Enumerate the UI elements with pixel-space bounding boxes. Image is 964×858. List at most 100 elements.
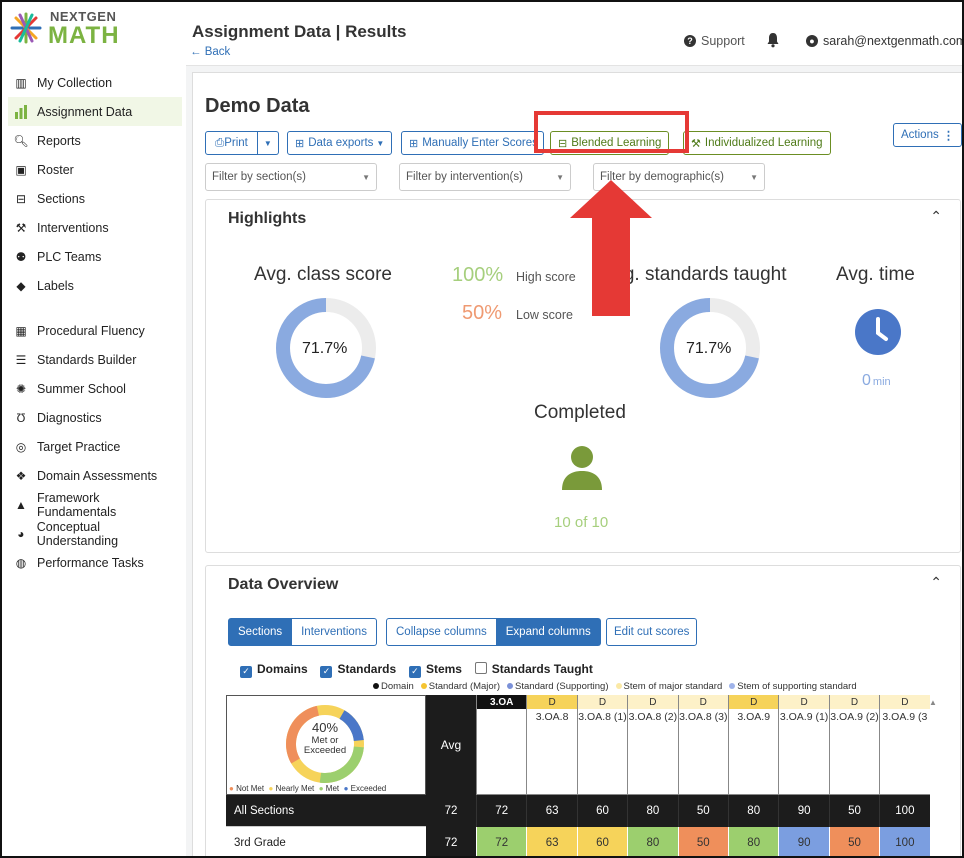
column-header[interactable]: 3.OA.9 (3 [879,709,930,795]
support-link[interactable]: ? Support [684,34,745,48]
sidebar-item-target-practice[interactable]: ◎ Target Practice [8,432,182,461]
table-icon: ⊞ [295,137,305,150]
stems-checkbox[interactable]: ✓ [408,665,421,678]
table-cell[interactable]: 72 [476,827,527,856]
column-header[interactable]: 3.OA.8 (3) [677,709,728,795]
edit-cut-scores-button[interactable]: Edit cut scores [606,618,698,646]
table-cell[interactable]: 63 [526,795,577,827]
sidebar-item-procedural-fluency[interactable]: ▦ Procedural Fluency [8,316,182,345]
tab-interventions[interactable]: Interventions [292,618,377,646]
column-header[interactable]: 3.OA.8 (1) [576,709,628,795]
domains-checkbox[interactable]: ✓ [240,665,252,678]
chevron-up-icon[interactable]: ⌃ [930,574,942,591]
print-dropdown-toggle[interactable]: ▼ [257,131,279,155]
sidebar-item-labels[interactable]: ◆ Labels [8,271,182,300]
standards-checkbox[interactable]: ✓ [320,665,333,678]
table-cell[interactable]: 90 [778,827,829,856]
sidebar-item-plc-teams[interactable]: ⚉ PLC Teams [8,242,182,271]
caret-down-icon: ▼ [750,172,758,182]
table-cell[interactable]: 50 [828,827,880,856]
sidebar-item-label: Framework Fundamentals [36,490,117,519]
expand-columns-button[interactable]: Expand columns [496,618,601,646]
sidebar-item-summer-school[interactable]: ✺ Summer School [8,374,182,403]
table-cell[interactable]: 50 [828,795,880,827]
sidebar-item-my-collection[interactable]: ▥ My Collection [8,68,182,97]
user-menu[interactable]: ● sarah@nextgenmath.com [806,34,962,48]
sidebar-item-framework-fundamentals[interactable]: ▲ Framework Fundamentals [8,490,182,519]
column-header[interactable]: 3.OA.8 (2) [627,709,678,795]
standards-taught-label: Standards Taught [491,662,593,676]
manually-enter-scores-button[interactable]: ⊞ Manually Enter Scores [401,131,544,155]
sections-icon: ⊟ [15,191,27,206]
sidebar-item-label: PLC Teams [37,249,102,264]
sidebar-item-label: Target Practice [37,439,121,454]
sidebar-item-label: Procedural Fluency [37,323,145,338]
question-icon: ? [684,35,696,47]
met-donut-legend: ● Not Met ● Nearly Met ● Met ● Exceeded [229,784,387,793]
avg-standards-value: 71.7% [686,340,732,357]
kebab-icon: ⋮ [942,130,955,142]
sidebar-item-standards-builder[interactable]: ☰ Standards Builder [8,345,182,374]
sidebar-item-label: Sections [37,191,85,206]
sidebar-item-roster[interactable]: ▣ Roster [8,155,182,184]
table-cell[interactable]: 50 [677,827,728,856]
column-header[interactable]: 3.OA.9 [728,709,779,795]
chevron-up-icon[interactable]: ⌃ [930,208,942,225]
table-cell[interactable]: 50 [677,795,728,827]
caret-down-icon: ▼ [362,172,370,182]
magnify-icon: 🔍︎ [13,133,29,148]
column-header[interactable]: 3.OA.9 (1) [778,709,829,795]
table-cell[interactable]: 60 [576,795,628,827]
bell-icon[interactable] [766,32,780,48]
row-label[interactable]: 3rd Grade [226,827,426,856]
column-header[interactable] [476,709,527,795]
table-cell[interactable]: 90 [778,795,829,827]
table-cell[interactable]: 80 [627,827,678,856]
table-cell[interactable]: 80 [627,795,678,827]
table-cell[interactable]: 80 [728,827,779,856]
logo[interactable]: NEXTGEN MATH [10,6,130,50]
sidebar-item-label: Interventions [37,220,109,235]
row-label[interactable]: All Sections [226,795,426,827]
actions-button[interactable]: Actions ⋮ [893,123,962,147]
standards-taught-checkbox[interactable] [474,662,487,674]
table-cell[interactable]: 60 [576,827,628,856]
column-header-tag: D [879,695,930,709]
data-exports-button[interactable]: ⊞ Data exports ▼ [287,131,393,155]
table-cell[interactable]: 80 [728,795,779,827]
column-header[interactable]: 3.OA.9 (2) [828,709,880,795]
scroll-up-icon[interactable]: ▲ [928,697,938,707]
table-cell[interactable]: 63 [526,827,577,856]
intervention-filter-text: Filter by intervention(s) [406,171,523,183]
table-cell[interactable]: 100 [879,827,930,856]
sidebar-item-domain-assessments[interactable]: ❖ Domain Assessments [8,461,182,490]
clock-icon [855,309,901,355]
met-donut-cell: 40% Met or Exceeded ● Not Met ● Nearly Met … [226,695,426,795]
print-label: Print [224,137,248,149]
sidebar-item-reports[interactable]: 🔍︎ Reports [8,126,182,155]
highlights-title: Highlights [228,210,307,227]
print-button[interactable]: ⎙ Print [205,131,258,155]
legend-label: Domain [381,681,414,692]
tab-sections[interactable]: Sections [228,618,293,646]
column-header[interactable]: 3.OA.8 [526,709,577,795]
section-filter[interactable]: Filter by section(s) ▼ [205,163,377,191]
sidebar-item-assignment-data[interactable]: Assignment Data [8,97,182,126]
sidebar-item-performance-tasks[interactable]: ◍ Performance Tasks [8,548,182,577]
table-cell[interactable]: 100 [879,795,930,827]
high-score-pct: 100% [452,264,504,286]
sidebar-item-label: My Collection [37,75,113,90]
sidebar-item-diagnostics[interactable]: Ʊ Diagnostics [8,403,182,432]
sidebar-item-sections[interactable]: ⊟ Sections [8,184,182,213]
sidebar-item-label: Labels [37,278,74,293]
sidebar-item-interventions[interactable]: ⚒ Interventions [8,213,182,242]
table-cell[interactable]: 72 [476,795,527,827]
id-card-icon: ▣ [15,162,27,177]
avg-time-value: 0 [862,372,871,389]
back-link[interactable]: ← Back [190,46,230,58]
collapse-columns-button[interactable]: Collapse columns [386,618,497,646]
sidebar-item-label: Roster [37,162,74,177]
intervention-filter[interactable]: Filter by intervention(s) ▼ [399,163,571,191]
individualized-learning-button[interactable]: ⚒ Individualized Learning [683,131,831,155]
sidebar-item-conceptual-understanding[interactable]: ◕ Conceptual Understanding [8,519,182,548]
